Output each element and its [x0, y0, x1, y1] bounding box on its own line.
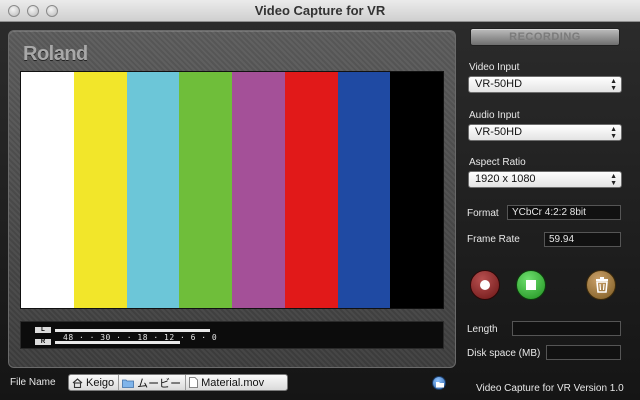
disk-space-label: Disk space (MB)	[467, 348, 541, 359]
folder-icon	[122, 379, 135, 388]
path-crumb-folder[interactable]: ムービー	[119, 375, 187, 390]
disk-space-field	[546, 345, 621, 360]
trash-button[interactable]	[586, 270, 616, 300]
select-arrows-icon: ▲ ▼	[610, 78, 617, 92]
select-arrows-icon: ▲ ▼	[610, 173, 617, 187]
stop-icon	[526, 280, 536, 290]
main-area: Roland L R 48 · · 30 · · 18 · 12 · 6 · 0…	[0, 22, 640, 400]
aspect-ratio-label: Aspect Ratio	[469, 157, 526, 168]
color-bar	[21, 72, 74, 308]
record-icon	[480, 280, 490, 290]
video-input-value: VR-50HD	[475, 78, 523, 90]
folder-icon	[436, 382, 444, 388]
meter-scale: 48 · · 30 · · 18 · 12 · 6 · 0	[63, 333, 218, 342]
file-name-label: File Name	[10, 377, 56, 388]
color-bar	[232, 72, 285, 308]
color-bar	[390, 72, 443, 308]
audio-input-label: Audio Input	[469, 110, 520, 121]
aspect-ratio-select[interactable]: 1920 x 1080 ▲ ▼	[468, 171, 622, 188]
title-bar: Video Capture for VR	[0, 0, 640, 22]
meter-left-label: L	[35, 327, 51, 333]
color-bar	[284, 72, 338, 308]
path-crumb-label: Material.mov	[201, 376, 265, 389]
audio-input-select[interactable]: VR-50HD ▲ ▼	[468, 124, 622, 141]
video-preview	[20, 71, 444, 309]
file-path-control[interactable]: Keigo ムービー Material.mov	[68, 374, 288, 391]
select-arrows-icon: ▲ ▼	[610, 126, 617, 140]
trash-icon	[596, 277, 608, 293]
length-label: Length	[467, 324, 498, 335]
meter-left-level	[55, 329, 210, 332]
path-crumb-file[interactable]: Material.mov	[186, 375, 268, 390]
audio-input-value: VR-50HD	[475, 126, 523, 138]
format-field: YCbCr 4:2:2 8bit	[507, 205, 621, 220]
audio-meter: L R 48 · · 30 · · 18 · 12 · 6 · 0	[20, 321, 444, 349]
monitor-panel: Roland L R 48 · · 30 · · 18 · 12 · 6 · 0	[8, 30, 456, 368]
color-bar	[73, 72, 127, 308]
meter-right-label: R	[35, 339, 51, 345]
brand-logo: Roland	[23, 43, 88, 65]
choose-folder-button[interactable]	[432, 376, 446, 390]
document-icon	[189, 377, 199, 388]
stop-button[interactable]	[516, 270, 546, 300]
length-field	[512, 321, 621, 336]
record-button[interactable]	[470, 270, 500, 300]
video-input-select[interactable]: VR-50HD ▲ ▼	[468, 76, 622, 93]
color-bar	[337, 72, 391, 308]
window-title: Video Capture for VR	[254, 3, 386, 18]
aspect-ratio-value: 1920 x 1080	[475, 173, 536, 185]
color-bar	[126, 72, 180, 308]
version-label: Video Capture for VR Version 1.0	[476, 383, 624, 394]
video-input-label: Video Input	[469, 62, 520, 73]
format-label: Format	[467, 208, 499, 219]
path-crumb-label: Keigo	[86, 376, 115, 389]
path-crumb-label: ムービー	[137, 377, 182, 390]
frame-rate-field: 59.94	[544, 232, 621, 247]
recording-indicator: RECORDING	[470, 28, 620, 46]
home-icon	[72, 377, 83, 388]
color-bar	[179, 72, 232, 308]
frame-rate-label: Frame Rate	[467, 234, 520, 245]
path-crumb-home[interactable]: Keigo	[69, 375, 120, 390]
